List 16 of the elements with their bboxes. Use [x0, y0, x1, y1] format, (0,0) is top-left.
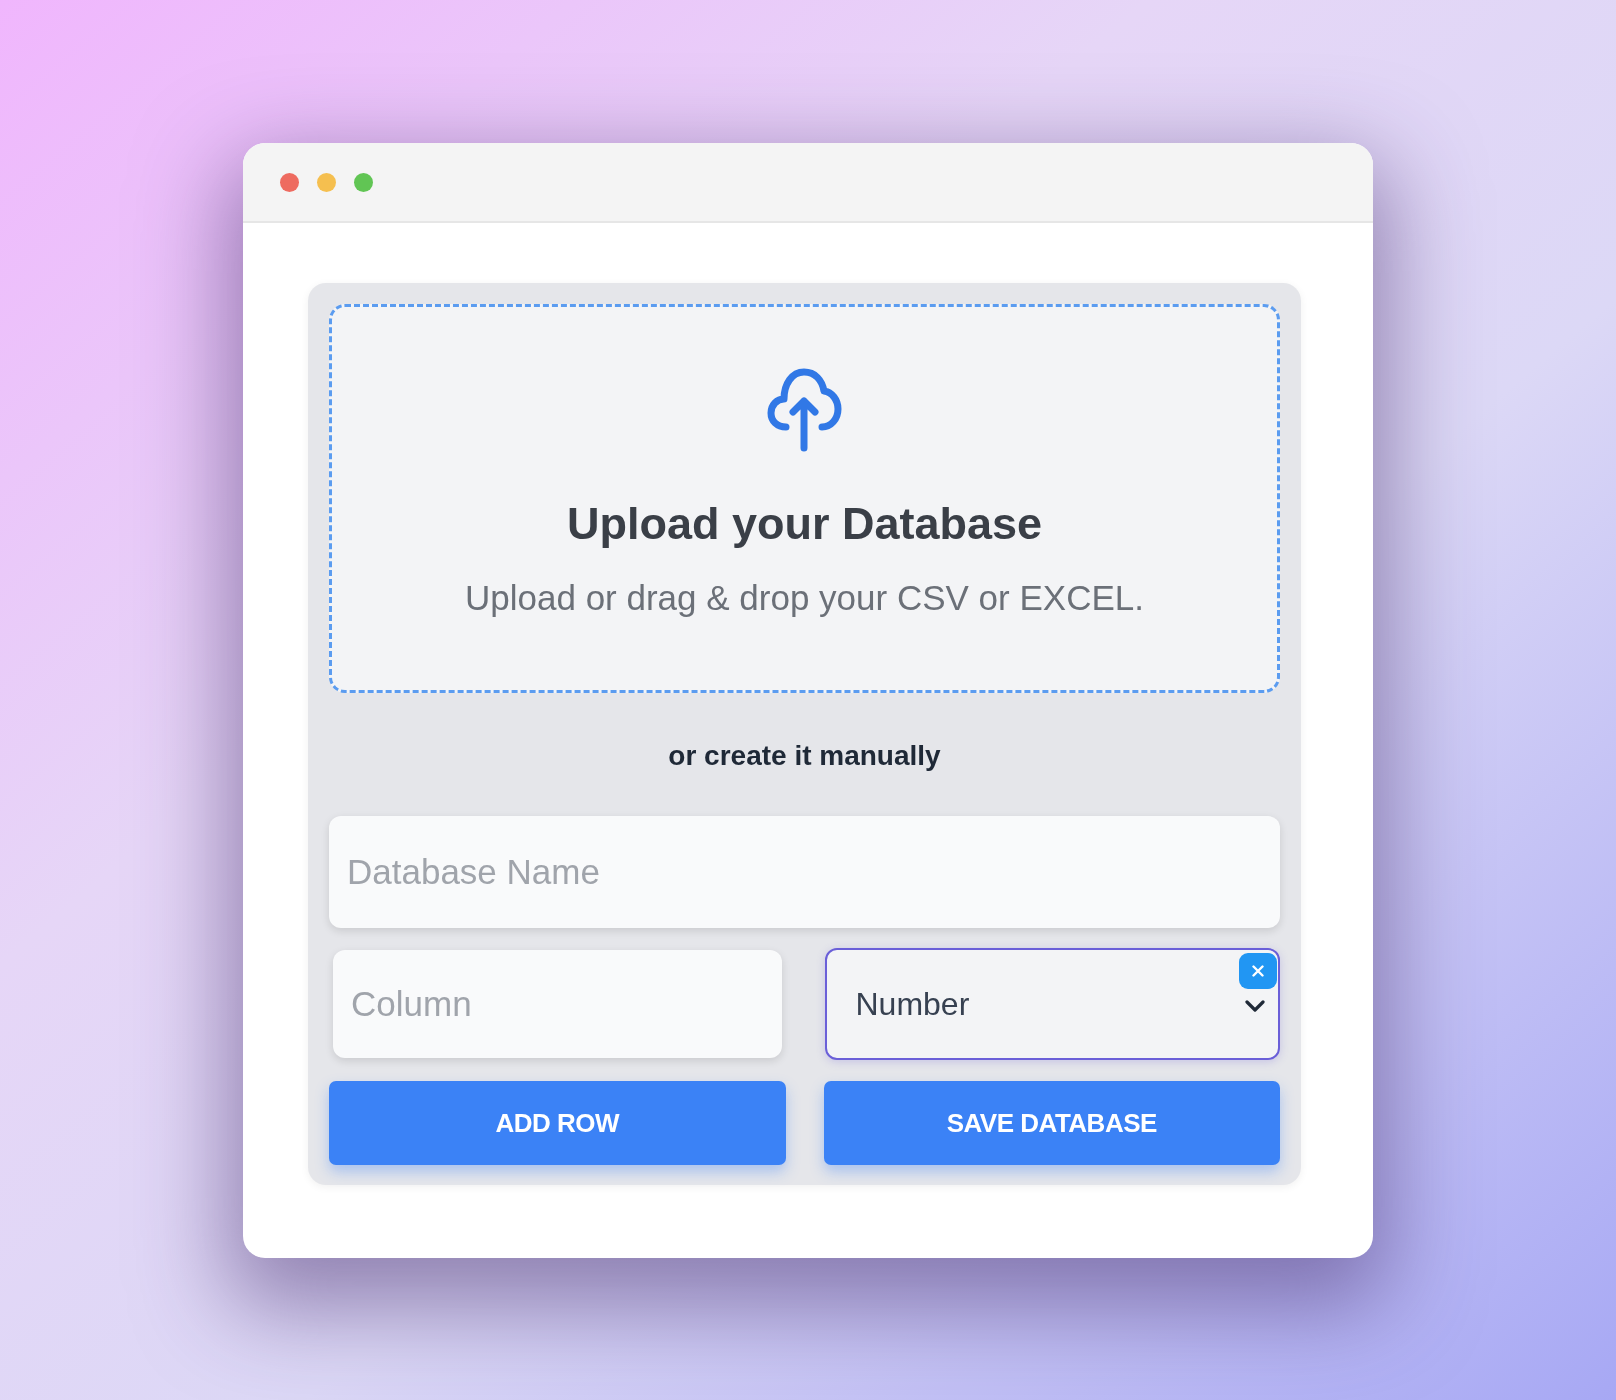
window-control-icon[interactable] — [280, 172, 299, 192]
column-field[interactable]: Column — [333, 950, 782, 1058]
clear-button[interactable] — [1239, 953, 1277, 989]
database-name-field[interactable]: Database Name — [329, 816, 1280, 928]
upload-hint: Upload or drag & drop your CSV or EXCEL. — [465, 577, 1144, 619]
add-row-button[interactable]: ADD ROW — [329, 1081, 786, 1165]
upload-dropzone[interactable]: Upload your Database Upload or drag & drop your CSV or EXCEL. — [329, 304, 1280, 693]
window-control-icon[interactable] — [354, 172, 373, 192]
type-select[interactable]: Number — [824, 948, 1280, 1060]
divider-text: or create it manually — [667, 739, 942, 773]
chevron-down-icon — [1245, 1000, 1265, 1012]
window-control-icon[interactable] — [317, 172, 336, 192]
save-database-button[interactable]: SAVE DATABASE — [823, 1081, 1280, 1165]
close-icon — [1252, 965, 1264, 977]
cloud-upload-icon — [767, 368, 842, 452]
upload-title: Upload your Database — [566, 497, 1043, 551]
